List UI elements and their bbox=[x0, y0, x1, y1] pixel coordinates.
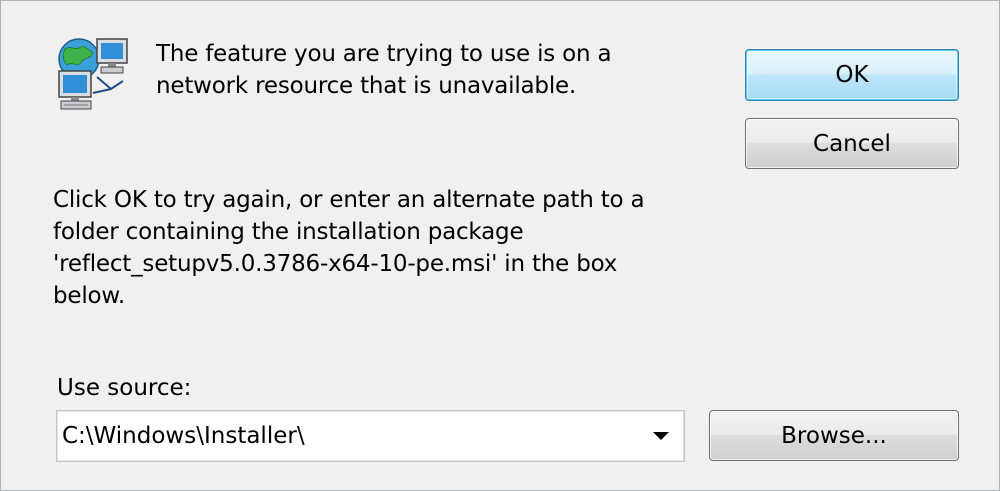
use-source-label: Use source: bbox=[57, 375, 192, 401]
use-source-input[interactable] bbox=[62, 412, 633, 460]
network-resource-dialog: The feature you are trying to use is on … bbox=[0, 0, 1000, 491]
use-source-combobox[interactable] bbox=[56, 410, 685, 462]
ok-button[interactable]: OK bbox=[745, 49, 959, 101]
network-computers-icon bbox=[58, 38, 128, 110]
cancel-button[interactable]: Cancel bbox=[745, 118, 959, 169]
browse-button[interactable]: Browse... bbox=[709, 410, 959, 461]
chevron-down-icon[interactable] bbox=[653, 432, 669, 440]
dialog-message: The feature you are trying to use is on … bbox=[156, 41, 612, 99]
dialog-instructions: Click OK to try again, or enter an alter… bbox=[53, 187, 645, 309]
